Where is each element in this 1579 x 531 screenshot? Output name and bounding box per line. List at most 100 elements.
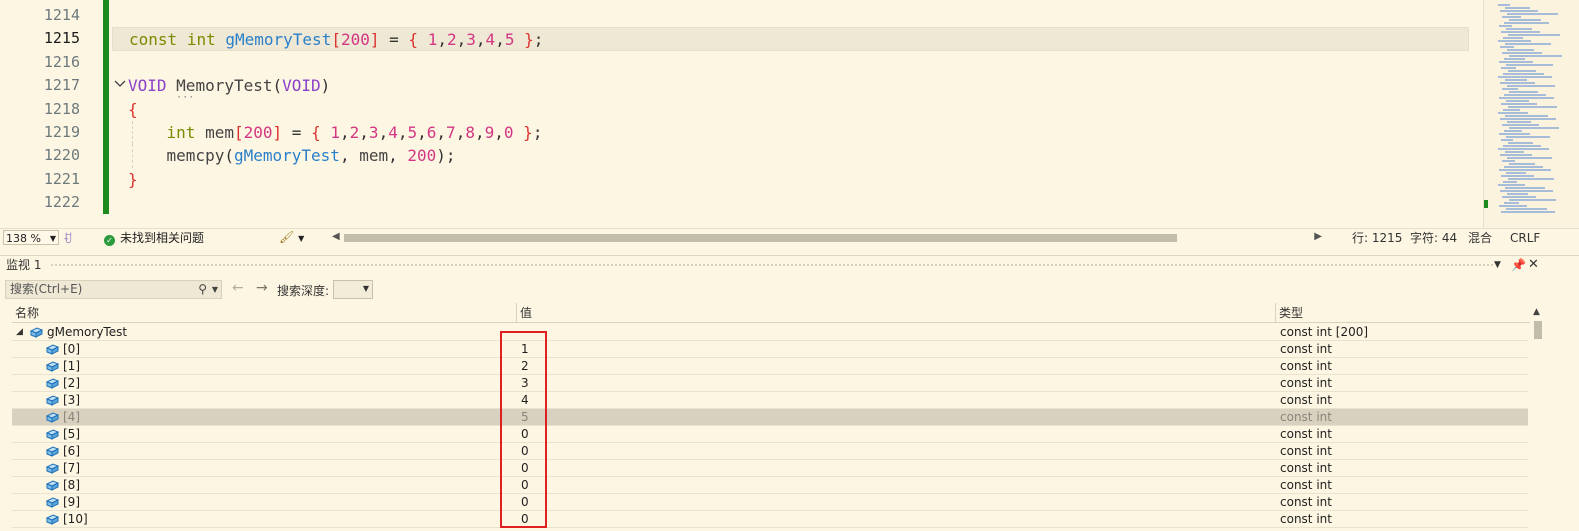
zoom-select[interactable]: 138 % ▼ xyxy=(3,230,59,245)
change-indicator-bar xyxy=(103,0,109,214)
line-number: 1222 xyxy=(43,193,80,212)
watch-value[interactable]: 0 xyxy=(521,511,529,527)
watch-row[interactable]: [3] 4 const int xyxy=(12,392,1528,409)
watch-row-root[interactable]: ◢ gMemoryTest const int [200] xyxy=(12,324,1528,341)
intellicode-icon[interactable]: ꀀ xyxy=(63,230,72,246)
zoom-value: 138 % xyxy=(6,232,41,245)
watch-value[interactable]: 3 xyxy=(521,375,529,391)
code-line-1219[interactable]: int mem[200] = { 1,2,3,4,5,6,7,8,9,0 }; xyxy=(112,120,1469,145)
minimap-line xyxy=(1508,178,1554,180)
code-cleanup-button[interactable]: 🖌 ▼ xyxy=(279,229,304,247)
search-input[interactable]: 搜索(Ctrl+E) ⚲ ▼ xyxy=(5,280,222,299)
minimap-line xyxy=(1504,202,1519,204)
minimap-line xyxy=(1504,94,1546,96)
number: 3 xyxy=(368,122,379,142)
line-number-gutter: 1214 1215 1216 1217 1218 1219 1220 1221 1222 xyxy=(0,4,80,215)
expand-triangle-icon[interactable]: ◢ xyxy=(16,324,23,340)
watch-row[interactable]: [2] 3 const int xyxy=(12,375,1528,392)
code-area[interactable]: const int gMemoryTest[200] = { 1,2,3,4,5… xyxy=(112,4,1469,215)
minimap-line xyxy=(1502,88,1518,90)
minimap-line xyxy=(1505,187,1545,189)
watch-value[interactable]: 0 xyxy=(521,494,529,510)
pin-icon[interactable]: 📌 xyxy=(1511,256,1526,274)
column-header-name[interactable]: 名称 xyxy=(12,303,517,323)
watch-grid[interactable]: 名称 值 类型 ◢ gMemoryTest const int [200] [0… xyxy=(0,303,1530,531)
watch-value[interactable]: 0 xyxy=(521,477,529,493)
watch-name: [8] xyxy=(63,478,80,492)
minimap-line xyxy=(1505,115,1548,117)
variable-icon xyxy=(46,344,59,355)
chevron-down-icon[interactable] xyxy=(114,74,126,97)
arrow-right-icon[interactable]: → xyxy=(256,280,268,296)
watch-row[interactable]: [7] 0 const int xyxy=(12,460,1528,477)
minimap-line xyxy=(1504,130,1522,132)
watch-row[interactable]: [10] 0 const int xyxy=(12,511,1528,528)
scroll-right-icon[interactable]: ▶ xyxy=(1314,231,1322,242)
code-minimap[interactable] xyxy=(1483,0,1579,228)
line-ending[interactable]: CRLF xyxy=(1510,230,1540,246)
arrow-left-icon[interactable]: ← xyxy=(232,280,244,296)
number: 200 xyxy=(407,146,437,166)
variable-icon xyxy=(46,463,59,474)
minimap-line xyxy=(1502,16,1521,18)
watch-value[interactable]: 0 xyxy=(521,443,529,459)
code-editor[interactable]: 1214 1215 1216 1217 1218 1219 1220 1221 1222 con… xyxy=(0,0,1579,228)
minimap-line xyxy=(1500,10,1538,12)
scroll-thumb[interactable] xyxy=(1534,321,1542,339)
watch-value[interactable]: 0 xyxy=(521,460,529,476)
minimap-line xyxy=(1505,7,1530,9)
watch-value[interactable]: 4 xyxy=(521,392,529,408)
minimap-line xyxy=(1500,190,1553,192)
code-line-1216[interactable] xyxy=(112,51,1469,74)
watch-row[interactable]: [9] 0 const int xyxy=(12,494,1528,511)
semicolon: ; xyxy=(445,146,456,166)
vertical-scrollbar[interactable]: ▲ xyxy=(1531,303,1545,531)
code-line-1215[interactable]: const int gMemoryTest[200] = { 1,2,3,4,5… xyxy=(112,27,1469,51)
watch-value[interactable]: 0 xyxy=(521,426,529,442)
indent-mode[interactable]: 混合 xyxy=(1468,230,1492,246)
window-menu-icon[interactable]: ▼ xyxy=(1494,256,1501,274)
minimap-line xyxy=(1498,40,1531,42)
name-cell: [4] xyxy=(46,409,80,425)
watch-row[interactable]: [0] 1 const int xyxy=(12,341,1528,358)
watch-row[interactable]: [5] 0 const int xyxy=(12,426,1528,443)
scroll-thumb[interactable] xyxy=(344,234,1177,242)
horizontal-scrollbar[interactable]: ◀ ▶ xyxy=(332,231,1322,244)
search-depth-select[interactable]: ▼ xyxy=(333,280,373,299)
chevron-down-icon[interactable]: ▼ xyxy=(212,281,218,298)
issues-indicator[interactable]: ✓ 未找到相关问题 xyxy=(104,230,204,246)
search-icon[interactable]: ⚲ xyxy=(198,281,207,298)
paren: ) xyxy=(436,146,446,166)
watch-value[interactable]: 1 xyxy=(521,341,529,357)
watch-type: const int xyxy=(1280,427,1332,441)
variable-icon xyxy=(46,412,59,423)
watch-row[interactable]: [6] 0 const int xyxy=(12,443,1528,460)
close-icon[interactable]: ✕ xyxy=(1528,256,1539,274)
code-line-1222[interactable] xyxy=(112,191,1469,214)
code-line-1217[interactable]: VOID MemoryTest ··· (VOID) xyxy=(112,74,1469,103)
scroll-left-icon[interactable]: ◀ xyxy=(332,231,340,242)
watch-row[interactable]: [4] 5 const int xyxy=(12,409,1528,426)
watch-name: [4] xyxy=(63,410,80,424)
watch-value[interactable]: 5 xyxy=(521,409,529,425)
number: 2 xyxy=(446,30,457,50)
column-header-value[interactable]: 值 xyxy=(517,303,1276,323)
code-line-1218[interactable]: { xyxy=(112,98,1469,121)
code-line-1221[interactable]: } xyxy=(112,168,1469,191)
watch-value[interactable]: 2 xyxy=(521,358,529,374)
variable-icon xyxy=(30,327,43,338)
number: 200 xyxy=(243,122,273,142)
scroll-up-icon[interactable]: ▲ xyxy=(1533,307,1540,317)
keyword-int: int xyxy=(166,122,196,142)
watch-row[interactable]: [8] 0 const int xyxy=(12,477,1528,494)
indent-guide xyxy=(132,120,133,145)
minimap-line xyxy=(1500,82,1535,84)
code-line-1220[interactable]: memcpy(gMemoryTest, mem, 200); xyxy=(112,144,1469,168)
code-line-1214[interactable] xyxy=(112,4,1469,27)
name-cell: [5] xyxy=(46,426,80,442)
number: 5 xyxy=(504,30,515,50)
watch-row[interactable]: [1] 2 const int xyxy=(12,358,1528,375)
column-header-type[interactable]: 类型 xyxy=(1276,303,1530,323)
minimap-line xyxy=(1509,127,1559,129)
function-memcpy: memcpy xyxy=(166,146,225,166)
